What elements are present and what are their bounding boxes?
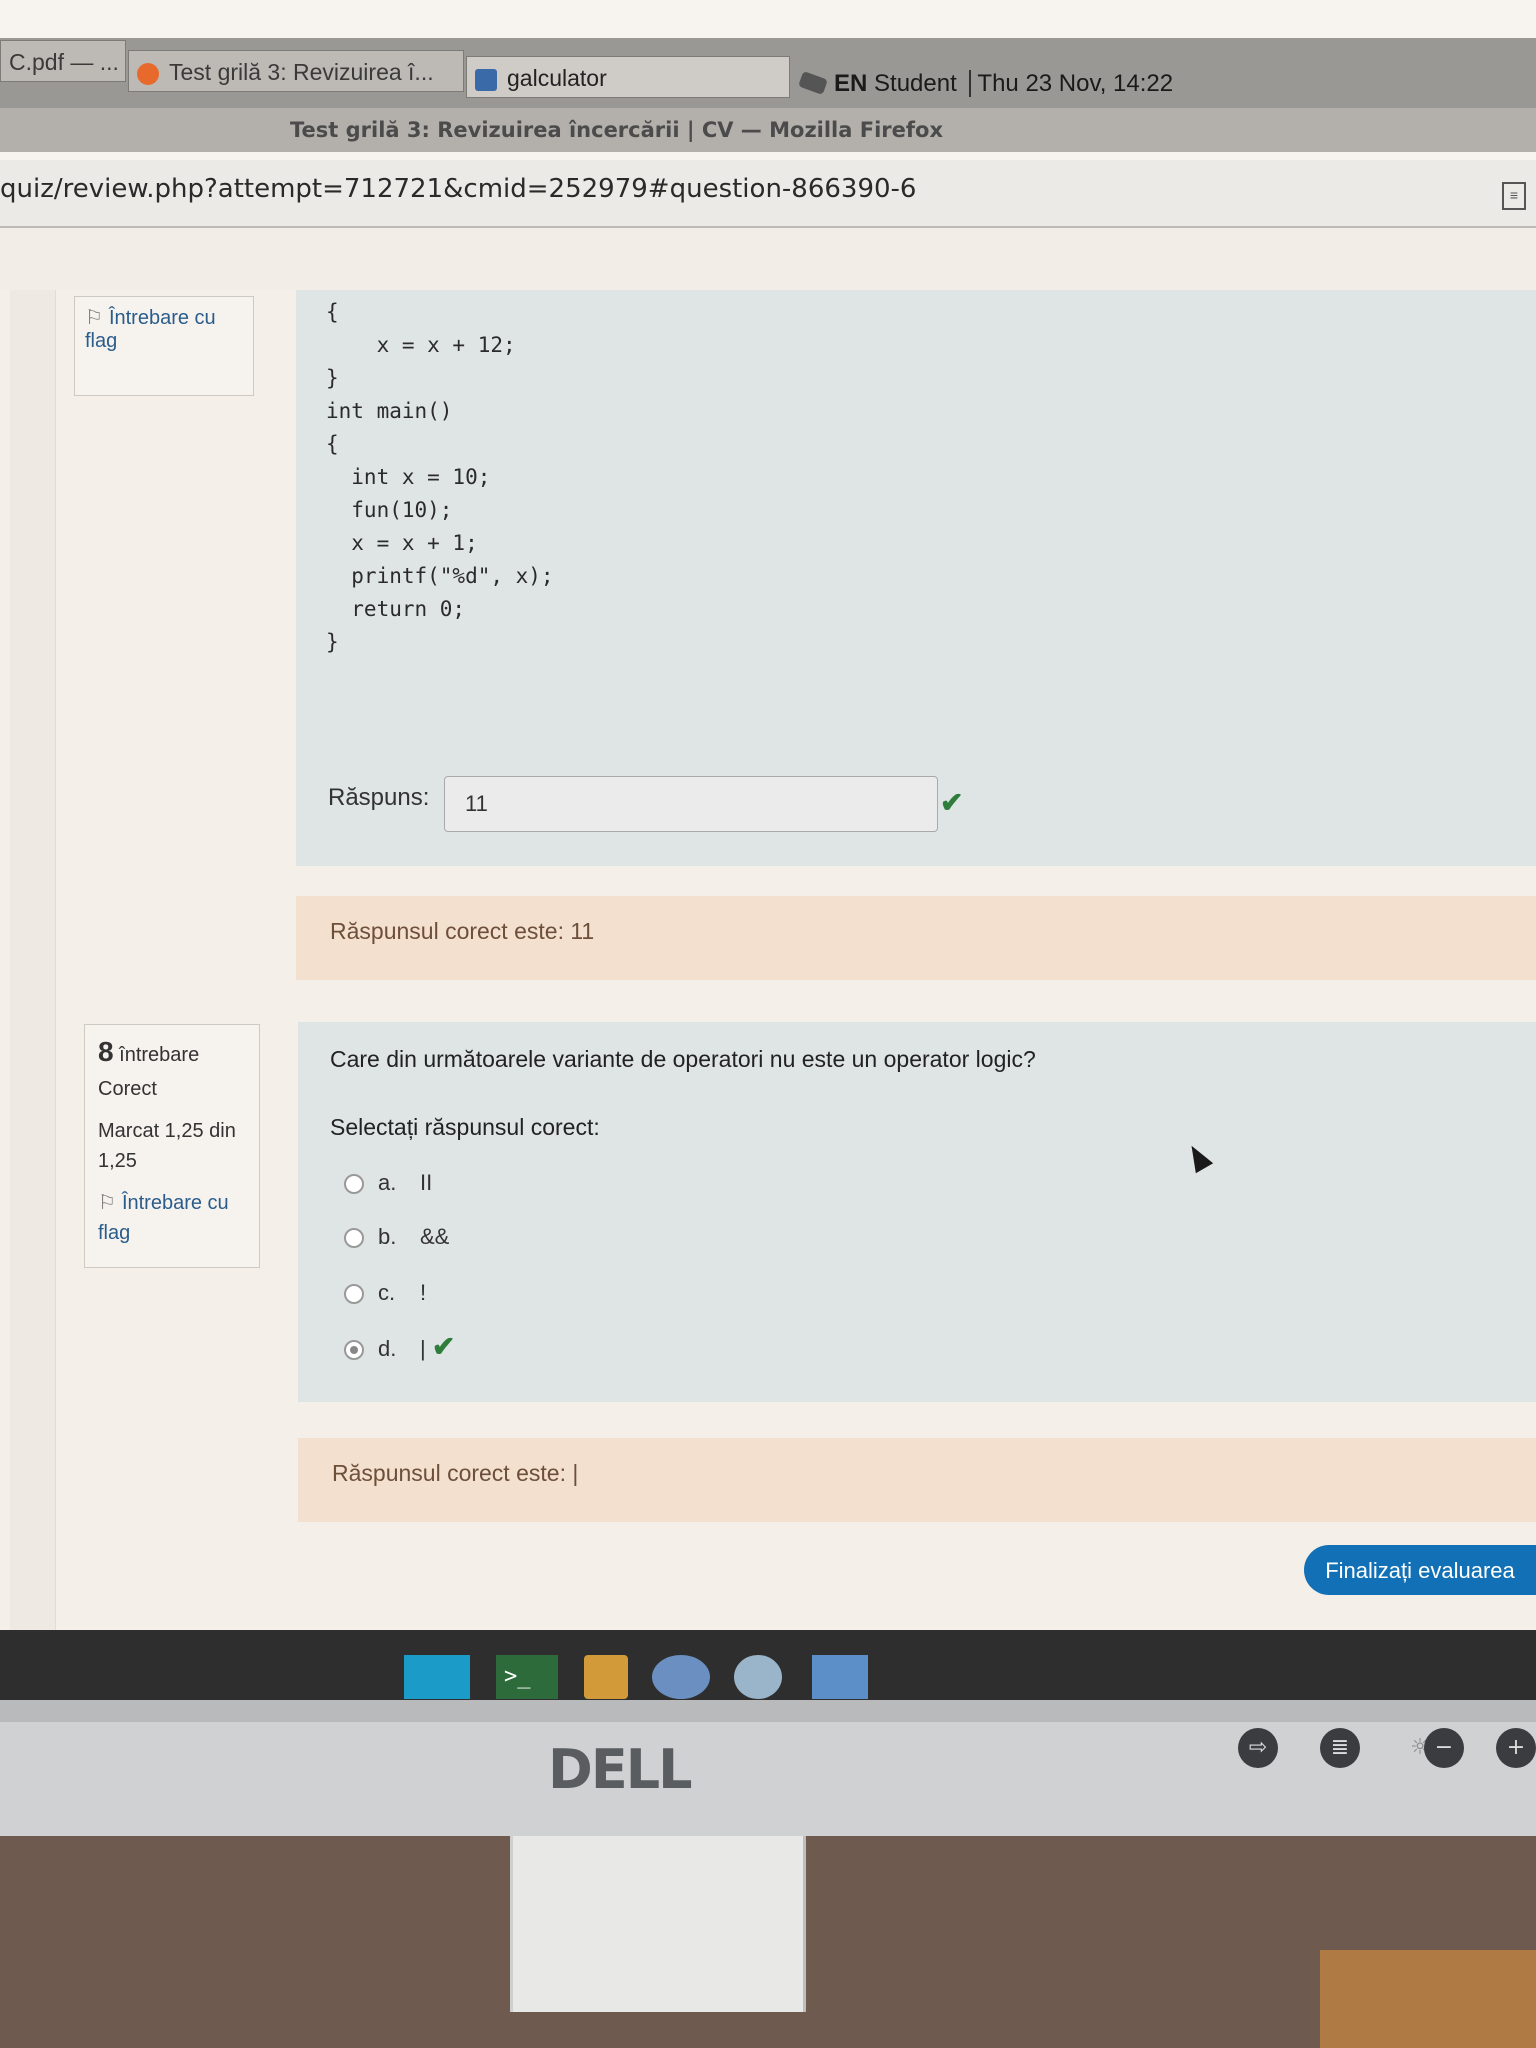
question8-content	[298, 1022, 1536, 1402]
dock-desktop-icon[interactable]	[404, 1655, 470, 1699]
answer-label: Răspuns:	[328, 784, 430, 811]
flag-link[interactable]: Întrebare cu flag	[85, 307, 216, 352]
keyboard-layout[interactable]: EN	[834, 70, 867, 97]
feedback-text: Răspunsul corect este: 11	[330, 918, 595, 944]
minus-icon[interactable]: −	[1424, 1728, 1464, 1768]
radio-a[interactable]	[344, 1174, 364, 1195]
keyboard-icon	[798, 71, 828, 95]
calculator-icon	[475, 68, 497, 91]
correct-check-icon: ✔	[940, 787, 964, 818]
window-title: Test grilă 3: Revizuirea încercării | CV…	[290, 118, 943, 142]
question-state: Corect	[98, 1078, 157, 1100]
option-d[interactable]: d. | ✔	[344, 1332, 455, 1362]
taskbar-item-firefox[interactable]: Test grilă 3: Revizuirea î...	[128, 50, 464, 92]
question-number: 8	[98, 1036, 114, 1067]
window-titlebar: Test grilă 3: Revizuirea încercării | CV…	[0, 108, 1536, 152]
dock-terminal-icon[interactable]: >_	[496, 1655, 558, 1699]
feedback-text: Răspunsul corect este: |	[332, 1460, 579, 1486]
option-c[interactable]: c.!	[344, 1278, 426, 1308]
code-block: { x = x + 12; } int main() { int x = 10;…	[326, 300, 554, 654]
firefox-icon	[137, 62, 159, 85]
clock[interactable]: Thu 23 Nov, 14:22	[977, 70, 1173, 97]
radio-c[interactable]	[344, 1284, 364, 1305]
question-word: întrebare	[119, 1044, 200, 1066]
taskbar-item-label: C.pdf — ...	[9, 49, 119, 75]
monitor-brand-logo: DELL	[548, 1738, 693, 1801]
page-header	[0, 228, 1536, 290]
desk-corner	[1320, 1950, 1536, 2048]
dock-browser-icon[interactable]	[652, 1655, 710, 1699]
monitor-screen: C.pdf — ... Test grilă 3: Revizuirea î..…	[0, 0, 1536, 1700]
option-text: &&	[420, 1224, 450, 1249]
option-b[interactable]: b. &&	[344, 1222, 449, 1252]
question-text: Care din următoarele variante de operato…	[330, 1046, 1036, 1072]
correct-check-icon: ✔	[431, 1331, 456, 1362]
question7-info: ⚐ Întrebare cu flag	[74, 296, 254, 396]
question8-feedback: Răspunsul corect este: |	[298, 1438, 1536, 1522]
radio-b[interactable]	[344, 1228, 364, 1249]
answer-prompt: Selectați răspunsul corect:	[330, 1114, 600, 1140]
menu-icon[interactable]: ≣	[1320, 1728, 1360, 1768]
reader-view-icon[interactable]: ≡	[1502, 182, 1526, 210]
question-grade: Marcat 1,25 din 1,25	[98, 1120, 236, 1172]
monitor-bezel-strip	[0, 1700, 1536, 1722]
option-text: !	[420, 1280, 427, 1305]
option-a[interactable]: a. II	[344, 1168, 432, 1198]
dock-search-icon[interactable]	[734, 1655, 782, 1699]
option-text: |	[420, 1336, 426, 1361]
plus-icon[interactable]: +	[1496, 1728, 1536, 1768]
option-letter: b.	[378, 1224, 397, 1249]
radio-d-selected[interactable]	[344, 1340, 364, 1361]
user-name[interactable]: Student	[874, 70, 957, 97]
panel-status: EN Student Thu 23 Nov, 14:22	[798, 70, 1173, 98]
flag-icon[interactable]: ⚐	[98, 1188, 116, 1218]
monitor-stand	[510, 1812, 806, 2012]
taskbar-item-galculator[interactable]: galculator	[466, 56, 790, 98]
flag-icon[interactable]: ⚐	[85, 305, 103, 330]
dock-window-icon[interactable]	[812, 1655, 868, 1699]
option-letter: d.	[378, 1336, 397, 1361]
address-bar[interactable]: quiz/review.php?attempt=712721&cmid=2529…	[0, 160, 1536, 228]
taskbar-item-label: Test grilă 3: Revizuirea î...	[169, 59, 434, 85]
input-source-icon[interactable]: ⇨	[1238, 1728, 1278, 1768]
flag-link[interactable]: Întrebare cu flag	[98, 1192, 229, 1244]
question7-feedback: Răspunsul corect este: 11	[296, 896, 1536, 980]
left-gutter	[10, 290, 56, 1630]
option-text: II	[420, 1170, 433, 1195]
question8-info: 8 întrebare Corect Marcat 1,25 din 1,25 …	[84, 1024, 260, 1268]
answer-field[interactable]	[444, 776, 938, 832]
taskbar-item-label: galculator	[507, 65, 607, 91]
dock-files-icon[interactable]	[584, 1655, 628, 1699]
finish-review-button[interactable]: Finalizați evaluarea	[1304, 1545, 1536, 1595]
url-text[interactable]: quiz/review.php?attempt=712721&cmid=2529…	[0, 174, 916, 204]
taskbar-item-pdf[interactable]: C.pdf — ...	[0, 40, 126, 82]
option-letter: a.	[378, 1170, 397, 1195]
option-letter: c.	[378, 1280, 396, 1305]
